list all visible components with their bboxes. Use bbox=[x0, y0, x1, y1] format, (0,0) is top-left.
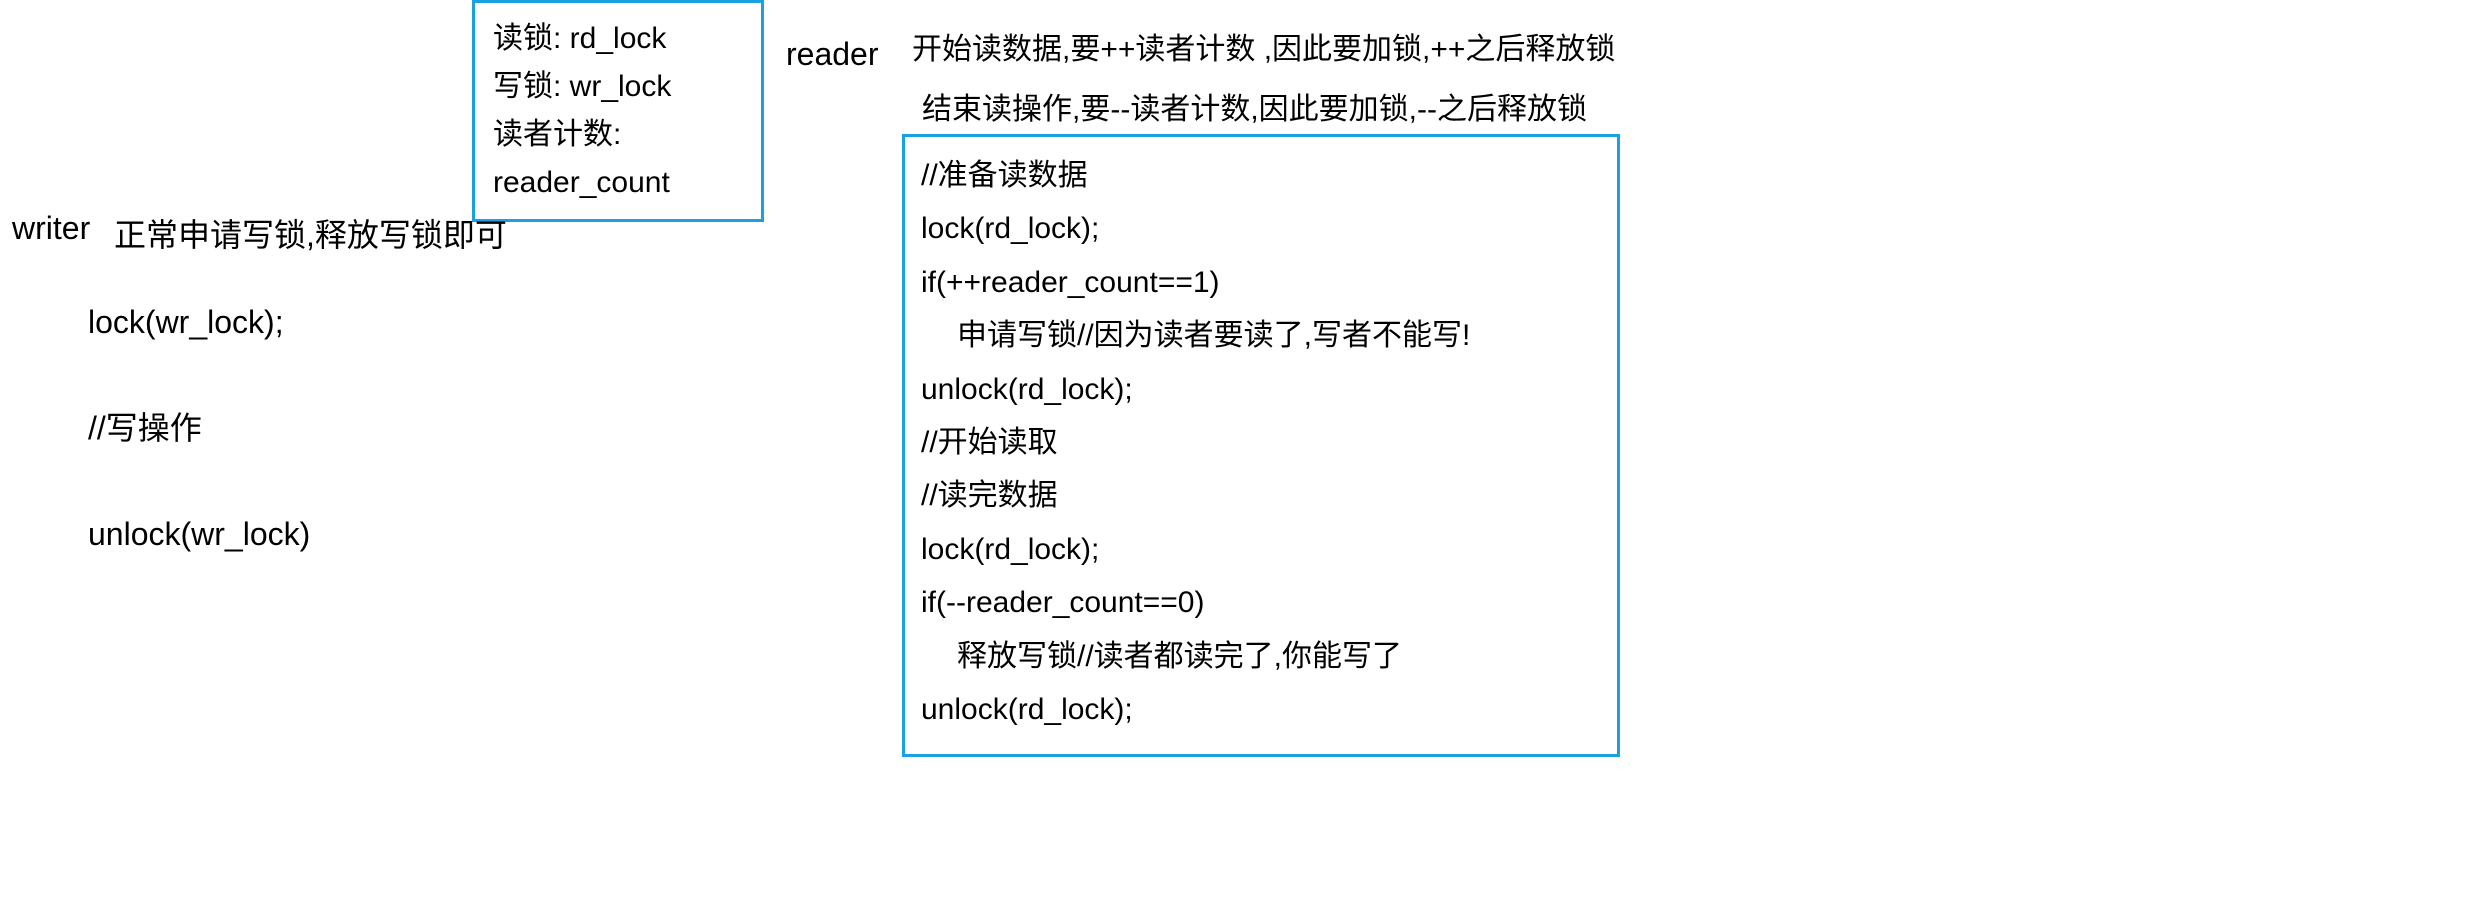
reader-desc-start: 开始读数据,要++读者计数 ,因此要加锁,++之后释放锁 bbox=[912, 24, 1615, 68]
reader-code-line: //开始读取 bbox=[921, 416, 1601, 469]
reader-code-line: unlock(rd_lock); bbox=[921, 363, 1601, 416]
definitions-box: 读锁: rd_lock 写锁: wr_lock 读者计数: reader_cou… bbox=[472, 0, 764, 222]
writer-desc: 正常申请写锁,释放写锁即可 bbox=[114, 210, 507, 256]
reader-code-line: if(--reader_count==0) bbox=[921, 576, 1601, 629]
reader-code-line: lock(rd_lock); bbox=[921, 202, 1601, 255]
reader-code-box: //准备读数据 lock(rd_lock); if(++reader_count… bbox=[902, 134, 1620, 757]
writer-code-line: unlock(wr_lock) bbox=[88, 510, 310, 558]
reader-label: reader bbox=[786, 36, 879, 73]
reader-code-line: //读完数据 bbox=[921, 469, 1601, 522]
reader-code-line: 释放写锁//读者都读完了,你能写了 bbox=[921, 630, 1601, 683]
writer-code-line: lock(wr_lock); bbox=[88, 298, 310, 346]
reader-code-line: 申请写锁//因为读者要读了,写者不能写! bbox=[921, 309, 1601, 362]
reader-code-line: unlock(rd_lock); bbox=[921, 683, 1601, 736]
reader-code-line: lock(rd_lock); bbox=[921, 523, 1601, 576]
def-reader-count: 读者计数: reader_count bbox=[493, 111, 743, 207]
reader-code-line: if(++reader_count==1) bbox=[921, 256, 1601, 309]
writer-code-block: lock(wr_lock); //写操作 unlock(wr_lock) bbox=[88, 298, 310, 616]
def-write-lock: 写锁: wr_lock bbox=[493, 63, 743, 111]
writer-label: writer bbox=[12, 210, 90, 247]
writer-code-line: //写操作 bbox=[88, 404, 310, 452]
reader-code-line: //准备读数据 bbox=[921, 149, 1601, 202]
def-read-lock: 读锁: rd_lock bbox=[493, 15, 743, 63]
reader-desc-end: 结束读操作,要--读者计数,因此要加锁,--之后释放锁 bbox=[922, 84, 1587, 128]
